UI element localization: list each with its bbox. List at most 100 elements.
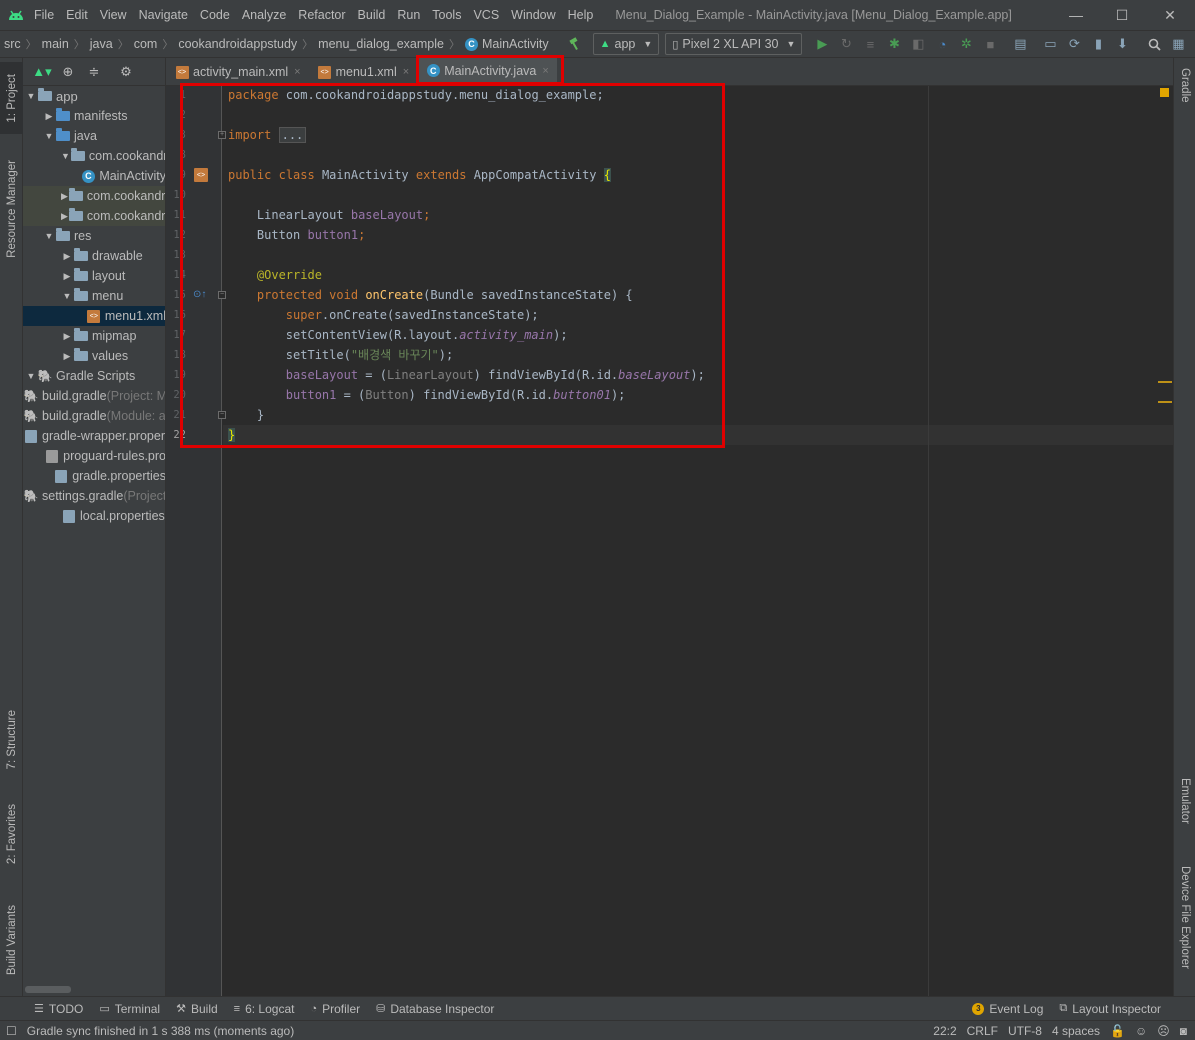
tree-item-mainactivity[interactable]: C MainActivity	[23, 166, 165, 186]
tree-item-drawable[interactable]: ▶ drawable	[23, 246, 165, 266]
tree-item-build-gradle-project[interactable]: 🐘 build.gradle (Project: Menu_Dialog_Exa…	[23, 386, 165, 406]
indent-setting[interactable]: 4 spaces	[1047, 1024, 1105, 1038]
android-view-icon[interactable]: ▲▾	[29, 62, 55, 82]
menu-navigate[interactable]: Navigate	[133, 0, 194, 30]
apply-code-changes-icon[interactable]: ≡	[858, 32, 882, 56]
tab-favorites[interactable]: 2: Favorites	[0, 794, 23, 874]
device-file-icon[interactable]: ▦	[1166, 32, 1190, 56]
collapse-arrow-icon[interactable]: ▶	[61, 211, 68, 222]
attach-profiler-icon[interactable]: ✲	[954, 32, 978, 56]
collapse-all-icon[interactable]: ≑	[81, 62, 107, 82]
tab-menu1-xml[interactable]: <> menu1.xml ×	[309, 58, 418, 86]
avd-manager-icon[interactable]: ⟳	[1062, 32, 1086, 56]
expand-arrow-icon[interactable]: ▼	[25, 371, 37, 381]
tree-item-mipmap[interactable]: ▶ mipmap	[23, 326, 165, 346]
run-configuration-select[interactable]: ▲ app ▼	[592, 33, 660, 55]
tab-project[interactable]: 1: Project	[0, 62, 23, 134]
caret-position[interactable]: 22:2	[928, 1024, 961, 1038]
collapse-arrow-icon[interactable]: ▶	[43, 111, 55, 122]
sync-gradle-icon[interactable]: ▭	[1038, 32, 1062, 56]
tree-item-package-main[interactable]: ▼ com.cookandroidappstudy.menu_dialog_ex…	[23, 146, 165, 166]
expand-arrow-icon[interactable]: ▼	[43, 131, 55, 141]
close-tab-icon[interactable]: ×	[542, 65, 548, 77]
stop-icon[interactable]: ■	[978, 32, 1002, 56]
collapse-arrow-icon[interactable]: ▶	[61, 351, 73, 362]
editor-gutter[interactable]: 1 2 3 8 9 10 11 12 13 14 15 16 17 18 19 …	[166, 86, 226, 996]
collapse-arrow-icon[interactable]: ▶	[61, 271, 73, 282]
breadcrumb-cookandroidappstudy[interactable]: cookandroidappstudy	[174, 37, 301, 51]
scrollbar-marker[interactable]	[1158, 381, 1172, 383]
tab-gradle[interactable]: Gradle	[1174, 68, 1195, 103]
expand-arrow-icon[interactable]: ▼	[61, 151, 70, 161]
tree-item-package-androidtest[interactable]: ▶ com.cookandroidappstudy.menu_dialog_ex…	[23, 186, 165, 206]
gear-icon[interactable]: ⚙	[113, 62, 139, 82]
toolwindow-terminal[interactable]: ▭ Terminal	[91, 997, 168, 1021]
file-encoding[interactable]: UTF-8	[1003, 1024, 1047, 1038]
tree-item-gradle-scripts[interactable]: ▼ 🐘 Gradle Scripts	[23, 366, 165, 386]
tree-item-menu[interactable]: ▼ menu	[23, 286, 165, 306]
tree-item-gradle-wrapper[interactable]: gradle-wrapper.properties	[23, 426, 165, 446]
close-tab-icon[interactable]: ×	[403, 66, 409, 78]
toolwindow-layout-inspector[interactable]: ⧉ Layout Inspector	[1051, 997, 1169, 1021]
run-icon[interactable]: ▶	[810, 32, 834, 56]
tab-device-file-explorer[interactable]: Device File Explorer	[1174, 866, 1195, 969]
toolwindow-logcat[interactable]: ≡ 6: Logcat	[226, 997, 303, 1021]
menu-refactor[interactable]: Refactor	[292, 0, 351, 30]
collapse-arrow-icon[interactable]: ▶	[61, 251, 73, 262]
device-manager-icon[interactable]: ▮	[1086, 32, 1110, 56]
sad-feedback-icon[interactable]: ☹	[1152, 1024, 1175, 1038]
collapse-arrow-icon[interactable]: ▶	[61, 331, 73, 342]
project-structure-icon[interactable]: ▤	[1008, 32, 1032, 56]
menu-build[interactable]: Build	[352, 0, 392, 30]
toolwindow-profiler[interactable]: ◔ Profiler	[302, 997, 368, 1021]
tab-mainactivity-java[interactable]: C MainActivity.java ×	[417, 58, 557, 86]
tab-emulator[interactable]: Emulator	[1174, 778, 1195, 824]
folded-imports[interactable]: ...	[278, 127, 307, 143]
search-icon[interactable]	[1142, 32, 1166, 56]
menu-file[interactable]: File	[28, 0, 60, 30]
happy-feedback-icon[interactable]: ☺	[1130, 1024, 1152, 1038]
tree-item-res[interactable]: ▼ res	[23, 226, 165, 246]
toolwindow-todo[interactable]: ☰ TODO	[26, 997, 91, 1021]
breadcrumb-java[interactable]: java	[86, 37, 117, 51]
scrollbar-marker[interactable]	[1158, 401, 1172, 403]
breadcrumb-com[interactable]: com	[130, 37, 162, 51]
tree-item-gradle-properties[interactable]: gradle.properties	[23, 466, 165, 486]
toolwindow-database-inspector[interactable]: ⛁ Database Inspector	[368, 997, 502, 1021]
toolwindow-build[interactable]: ⚒ Build	[168, 997, 226, 1021]
debug-icon[interactable]: ✱	[882, 32, 906, 56]
apply-changes-restart-icon[interactable]: ↻	[834, 32, 858, 56]
expand-arrow-icon[interactable]: ▼	[61, 291, 73, 301]
device-select[interactable]: ▯ Pixel 2 XL API 30 ▼	[665, 33, 803, 55]
maximize-button[interactable]: ☐	[1099, 0, 1145, 30]
make-project-hammer-icon[interactable]	[563, 32, 587, 56]
tab-build-variants[interactable]: Build Variants	[0, 892, 23, 988]
android-activity-gutter-icon[interactable]: <>	[194, 168, 208, 182]
override-method-gutter-icon[interactable]: ⊙↑	[193, 289, 206, 300]
status-window-icon[interactable]: ☐	[0, 1024, 22, 1038]
fold-collapse-icon[interactable]: −	[218, 411, 226, 419]
lock-icon[interactable]: 🔓	[1105, 1024, 1130, 1038]
menu-run[interactable]: Run	[391, 0, 426, 30]
tree-item-java[interactable]: ▼ java	[23, 126, 165, 146]
close-tab-icon[interactable]: ×	[294, 66, 300, 78]
fold-expand-icon[interactable]: +	[218, 131, 226, 139]
line-separator[interactable]: CRLF	[962, 1024, 1003, 1038]
tree-item-build-gradle-module[interactable]: 🐘 build.gradle (Module: app)	[23, 406, 165, 426]
menu-help[interactable]: Help	[562, 0, 600, 30]
project-horizontal-scrollbar[interactable]	[25, 986, 71, 993]
minimize-button[interactable]: —	[1053, 0, 1099, 30]
sdk-manager-icon[interactable]: ⬇	[1110, 32, 1134, 56]
breadcrumb-menu-dialog-example[interactable]: menu_dialog_example	[314, 37, 448, 51]
locate-file-icon[interactable]: ⊕	[55, 62, 81, 82]
tree-item-manifests[interactable]: ▶ manifests	[23, 106, 165, 126]
profile-icon[interactable]: ◔	[930, 32, 954, 56]
tree-item-local-properties[interactable]: local.properties	[23, 506, 165, 526]
menu-code[interactable]: Code	[194, 0, 236, 30]
toolwindow-event-log[interactable]: 3 Event Log	[964, 997, 1051, 1021]
tree-item-proguard[interactable]: proguard-rules.pro	[23, 446, 165, 466]
menu-edit[interactable]: Edit	[60, 0, 94, 30]
close-window-button[interactable]: ✕	[1147, 0, 1193, 30]
collapse-arrow-icon[interactable]: ▶	[61, 191, 68, 202]
tree-item-values[interactable]: ▶ values	[23, 346, 165, 366]
